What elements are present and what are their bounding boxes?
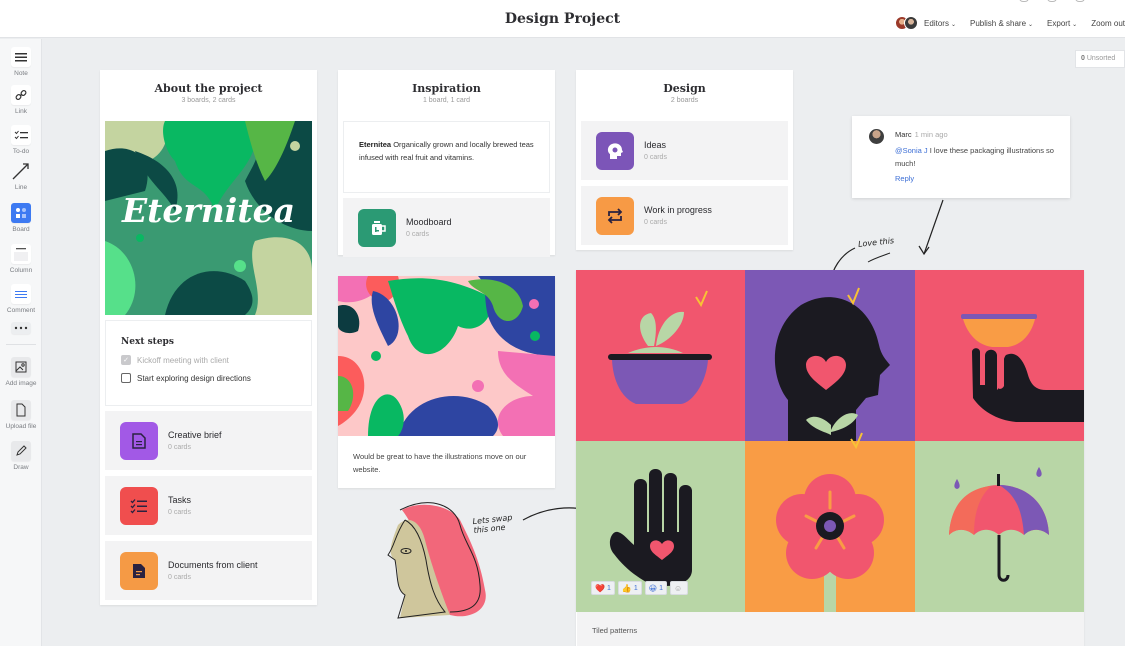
sketch-woman: [387, 502, 486, 619]
reaction-heart[interactable]: ❤️ 1: [591, 581, 615, 595]
tiled-caption: Tiled patterns: [577, 612, 1084, 646]
smile-icon: 😀: [648, 583, 658, 593]
reaction-thumbs-up[interactable]: 👍 1: [617, 581, 642, 595]
reaction-smile[interactable]: 😀 1: [644, 581, 667, 595]
reaction-count: 1: [606, 584, 611, 592]
tile-hand-cup: [915, 270, 1084, 441]
reactions-bar: ❤️ 1 👍 1 😀 1 ☺: [591, 581, 689, 595]
heart-icon: ❤️: [595, 583, 605, 593]
reaction-count: 1: [659, 584, 663, 592]
tiled-patterns-image: [576, 270, 1084, 612]
add-reaction-button[interactable]: ☺: [670, 581, 689, 595]
tile-head: [745, 270, 915, 441]
tile-bowl: [576, 270, 745, 441]
underline-scribble: [867, 252, 891, 263]
tile-flower: [745, 432, 915, 612]
tile-umbrella: [915, 441, 1084, 612]
reaction-count: 1: [633, 584, 638, 592]
arrow-to-tile: [923, 199, 944, 255]
add-reaction-icon: ☺: [674, 583, 683, 593]
thumbs-up-icon: 👍: [621, 583, 632, 593]
